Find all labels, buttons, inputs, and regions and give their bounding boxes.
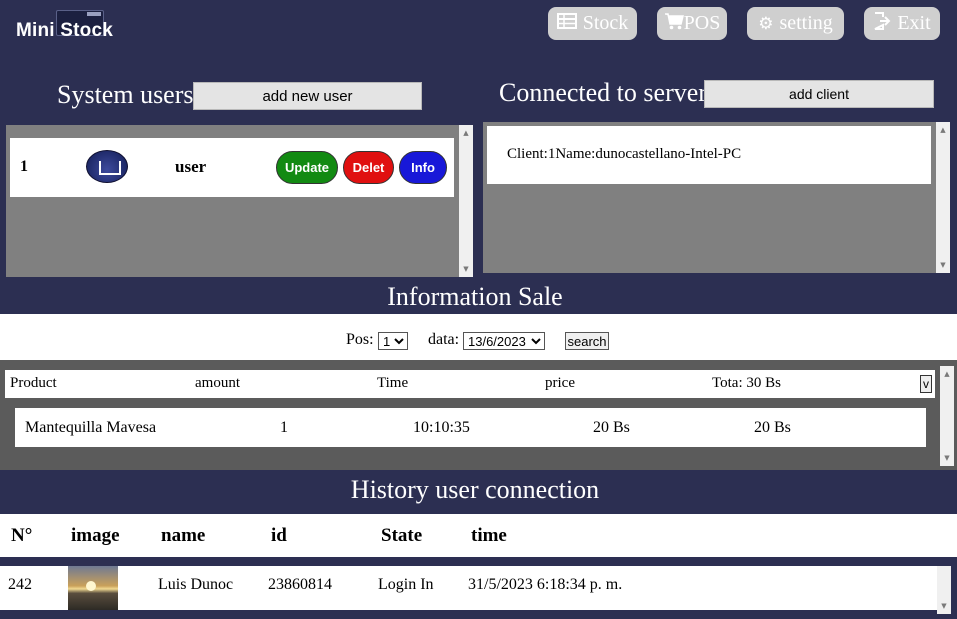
user-name: user [175,157,207,176]
scroll-down-arrow-icon[interactable]: ▼ [459,263,473,275]
state-header: State [381,525,423,546]
exit-icon [873,12,891,35]
history-name: Luis Dunoc [158,576,234,593]
product-header: Product [10,375,57,391]
image-header: image [71,525,120,546]
logo-text: Mini Stock [16,20,114,41]
num-header: N° [11,525,33,546]
add-new-user-button[interactable]: add new user [193,82,422,110]
information-sale-title: Information Sale [387,282,563,311]
setting-button[interactable]: ⚙ setting [747,7,844,40]
sale-filter-bar: Pos: 1 data: 13/6/2023 search [0,314,957,360]
user-number: 1 [20,158,28,175]
users-list[interactable]: 1 user Update Delet Info ▲ ▼ [6,125,473,277]
total-header: Tota: 30 Bs [712,375,781,391]
sale-table-header: Product amount Time price Tota: 30 Bs v [5,370,935,398]
scroll-down-arrow-icon[interactable]: ▼ [940,452,954,464]
connected-server-title: Connected to server [499,78,707,107]
search-button[interactable]: search [565,332,609,350]
scroll-up-arrow-icon[interactable]: ▲ [940,368,954,380]
pos-button[interactable]: POS [657,7,727,40]
system-users-title: System users [57,80,194,109]
exit-label: Exit [897,12,931,34]
add-client-button[interactable]: add client [704,80,934,108]
history-time: 31/5/2023 6:18:34 p. m. [468,576,623,593]
history-table-header: N° image name id State time [0,514,957,557]
history-scrollbar[interactable]: ▼ [937,566,951,614]
scroll-down-arrow-icon[interactable]: ▼ [937,600,951,612]
sale-price: 20 Bs [593,419,630,436]
update-user-button[interactable]: Update [276,151,338,184]
time-header: time [471,525,507,546]
table-icon [556,13,577,34]
date-select[interactable]: 13/6/2023 [463,332,545,350]
stock-button[interactable]: Stock [548,7,637,40]
pos-filter-label: Pos: [346,331,374,348]
cart-icon [664,12,684,35]
stock-label: Stock [582,12,629,34]
scroll-up-arrow-icon[interactable]: ▲ [936,124,950,136]
date-filter-label: data: [428,331,460,348]
history-id: 23860814 [268,576,332,593]
delete-user-button[interactable]: Delet [343,151,394,184]
sale-product: Mantequilla Mavesa [25,419,157,436]
client-row: Client:1Name:dunocastellano-Intel-PC [487,126,931,184]
name-header: name [161,525,206,546]
id-header: id [271,525,287,546]
expand-toggle-button[interactable]: v [920,375,932,393]
time-header: Time [377,375,409,391]
clients-list[interactable]: Client:1Name:dunocastellano-Intel-PC ▲ ▼ [483,122,950,273]
user-row: 1 user Update Delet Info [10,138,454,197]
app-logo: Mini Stock [16,10,120,46]
history-user-image [68,566,118,610]
exit-button[interactable]: Exit [864,7,940,40]
history-num: 242 [8,576,32,593]
history-state: Login In [378,576,434,593]
history-title: History user connection [350,475,600,504]
history-row: 242 Luis Dunoc 23860814 Login In 31/5/20… [0,566,937,610]
clients-scrollbar[interactable]: ▲ ▼ [936,122,950,273]
sale-amount: 1 [280,419,288,436]
pos-select[interactable]: 1 [378,332,408,350]
sale-scrollbar[interactable]: ▲ ▼ [940,366,954,466]
gears-icon: ⚙ [758,13,774,34]
price-header: price [545,375,575,391]
user-avatar [86,150,128,183]
scroll-down-arrow-icon[interactable]: ▼ [936,259,950,271]
info-user-button[interactable]: Info [399,151,447,184]
client-entry: Client:1Name:dunocastellano-Intel-PC [507,146,742,162]
amount-header: amount [195,375,240,391]
setting-label: setting [779,12,833,34]
users-scrollbar[interactable]: ▲ ▼ [459,125,473,277]
scroll-up-arrow-icon[interactable]: ▲ [459,127,473,139]
pos-label: POS [683,12,721,34]
sale-time: 10:10:35 [413,419,470,436]
sale-row: Mantequilla Mavesa 1 10:10:35 20 Bs 20 B… [15,408,926,447]
sale-subtotal: 20 Bs [754,419,791,436]
